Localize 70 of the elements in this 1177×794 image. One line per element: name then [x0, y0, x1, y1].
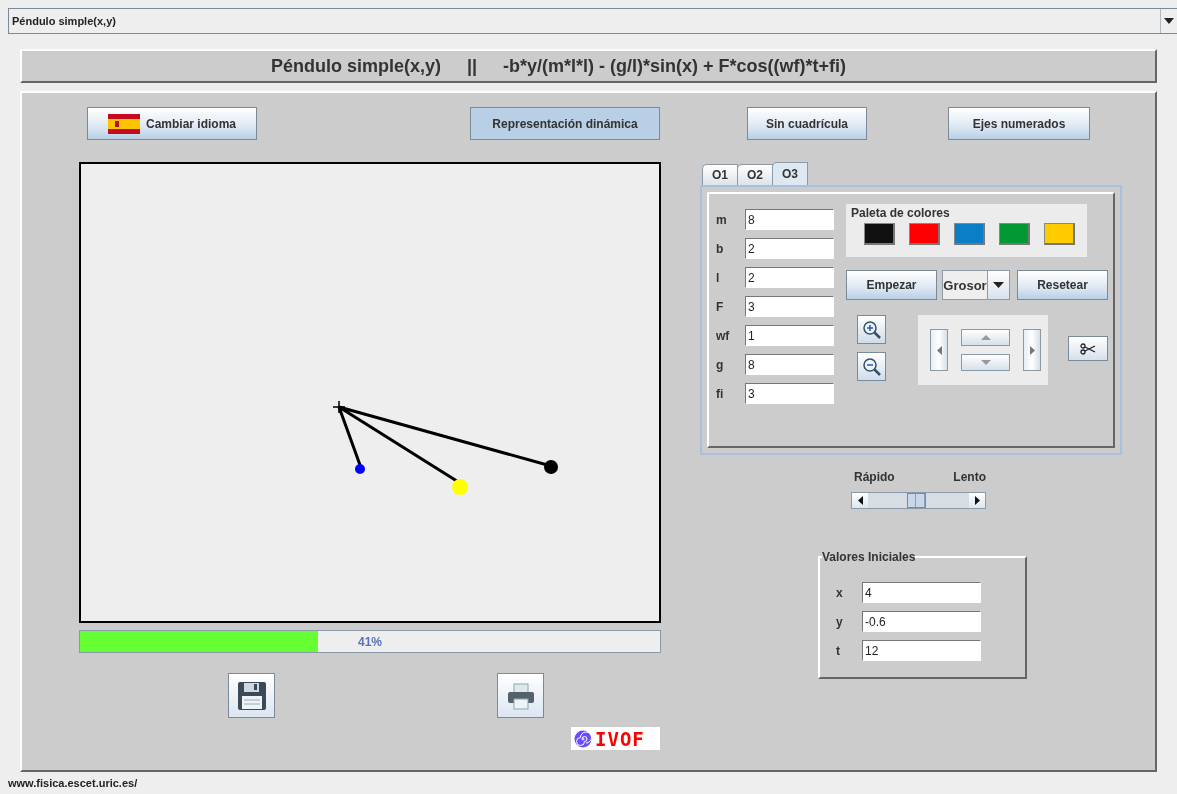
window-selector[interactable]: Péndulo simple(x,y) — [8, 8, 1177, 34]
flag-icon — [108, 113, 140, 134]
group-title: Valores Iniciales — [822, 550, 916, 564]
fast-label: Rápido — [854, 470, 895, 486]
input-field[interactable]: 12 — [862, 640, 981, 661]
palette-title: Paleta de colores — [851, 206, 951, 220]
action-button[interactable]: Resetear — [1017, 270, 1108, 300]
separator: || — [466, 55, 478, 77]
equation: -b*y/(m*l*l) - (g/l)*sin(x) + F*cos((wf)*t+fi) — [503, 55, 847, 77]
cut-button[interactable] — [1068, 336, 1108, 361]
parameter-label: m — [716, 212, 728, 227]
up-caret-icon — [980, 335, 991, 340]
parameter-label: b — [716, 241, 725, 256]
input-field[interactable]: 8 — [745, 209, 834, 230]
left-caret-icon — [857, 496, 863, 505]
zoom-in-button[interactable] — [857, 315, 886, 344]
parameter-label: wf — [716, 328, 731, 343]
slider-thumb[interactable] — [906, 493, 926, 508]
input-field[interactable]: 2 — [745, 267, 834, 288]
progress-text: 41% — [357, 635, 383, 649]
printer-icon — [505, 680, 536, 711]
zoom-out-button[interactable] — [857, 352, 886, 381]
toolbar-button[interactable]: Cambiar idioma — [87, 107, 257, 140]
color-swatch[interactable] — [1044, 223, 1075, 245]
caret-icon — [1164, 18, 1174, 24]
right-caret-icon — [1029, 345, 1035, 355]
toolbar-button[interactable]: Representación dinámica — [470, 107, 660, 140]
logo-text: IVOF — [595, 727, 645, 750]
website-url: www.fisica.escet.uric.es/ — [7, 777, 139, 789]
variable-label: y — [836, 614, 844, 629]
slow-label: Lento — [953, 470, 986, 486]
variable-label: t — [836, 643, 841, 658]
scissors-icon — [1080, 342, 1096, 355]
tab[interactable]: O1 — [702, 164, 738, 185]
input-field[interactable]: 8 — [745, 354, 834, 375]
input-field[interactable]: 1 — [745, 325, 834, 346]
save-button[interactable] — [228, 673, 275, 718]
title: Péndulo simple(x,y) — [270, 55, 441, 77]
color-swatch[interactable] — [909, 223, 940, 245]
speed-slider[interactable] — [851, 492, 986, 509]
tab[interactable]: O2 — [737, 164, 774, 185]
variable-label: x — [836, 585, 844, 600]
action-button[interactable]: Empezar — [846, 270, 937, 300]
print-button[interactable] — [497, 673, 544, 718]
left-caret-icon — [936, 345, 942, 355]
color-swatch[interactable] — [864, 223, 895, 245]
toolbar-button[interactable]: Ejes numerados — [948, 107, 1090, 140]
pan-right-button[interactable] — [1023, 329, 1041, 371]
right-caret-icon — [974, 496, 980, 505]
parameter-label: F — [716, 299, 725, 314]
caret-icon — [993, 282, 1004, 288]
pan-up-button[interactable] — [961, 329, 1010, 346]
toolbar-button[interactable]: Sin cuadrícula — [747, 107, 867, 140]
thickness-dropdown[interactable]: Grosor — [942, 270, 1010, 300]
parameter-label: g — [716, 357, 725, 372]
parameter-label: l — [716, 270, 721, 285]
color-swatch[interactable] — [999, 223, 1030, 245]
input-field[interactable]: -0.6 — [862, 611, 981, 632]
zoom-in-icon — [861, 319, 882, 340]
input-field[interactable]: 3 — [745, 296, 834, 317]
pan-left-button[interactable] — [930, 329, 948, 371]
zoom-out-icon — [861, 356, 882, 377]
down-caret-icon — [980, 360, 991, 365]
color-swatch[interactable] — [954, 223, 985, 245]
tab[interactable]: O3 — [772, 162, 809, 185]
input-field[interactable]: 2 — [745, 238, 834, 259]
pan-down-button[interactable] — [961, 354, 1010, 371]
input-field[interactable]: 3 — [745, 383, 834, 404]
parameter-label: fi — [716, 386, 725, 401]
input-field[interactable]: 4 — [862, 582, 981, 603]
